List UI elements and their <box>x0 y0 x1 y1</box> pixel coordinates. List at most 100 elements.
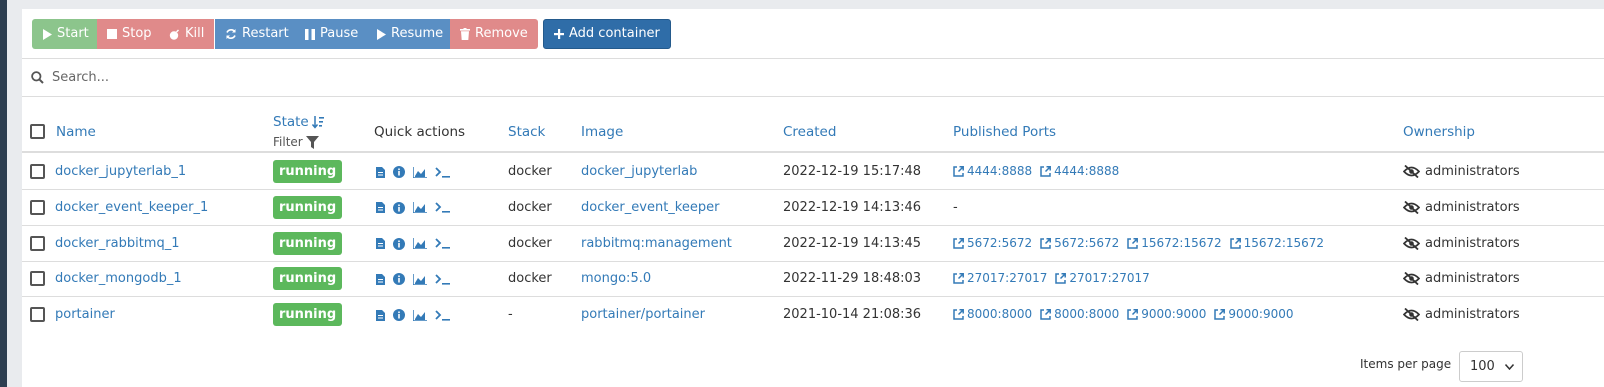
image-link[interactable]: rabbitmq:management <box>581 226 732 261</box>
external-link-icon <box>1214 309 1226 320</box>
stats-icon[interactable] <box>413 238 427 250</box>
logs-icon[interactable] <box>376 309 385 321</box>
logs-icon[interactable] <box>376 202 385 214</box>
published-port-link[interactable]: 15672:15672 <box>1127 226 1222 261</box>
image-link[interactable]: mongo:5.0 <box>581 261 651 296</box>
row-checkbox[interactable] <box>30 271 45 287</box>
published-port-link[interactable]: 5672:5672 <box>953 226 1032 261</box>
published-port-link[interactable]: 9000:9000 <box>1214 297 1294 332</box>
ownership: administrators <box>1403 226 1520 261</box>
image-link[interactable]: docker_jupyterlab <box>581 154 697 189</box>
play-icon <box>377 28 386 40</box>
published-ports: - <box>953 190 958 225</box>
status-badge: running <box>273 195 343 219</box>
console-icon[interactable] <box>435 310 451 321</box>
inspect-icon[interactable] <box>393 309 405 322</box>
column-published-ports[interactable]: Published Ports <box>953 124 1056 140</box>
published-ports: 27017:27017 27017:27017 <box>953 261 1158 296</box>
column-ownership[interactable]: Ownership <box>1403 124 1475 140</box>
stats-icon[interactable] <box>413 166 427 178</box>
column-created[interactable]: Created <box>783 124 836 140</box>
quick-actions <box>376 309 451 322</box>
external-link-icon <box>953 166 964 177</box>
external-link-icon <box>953 273 964 285</box>
ownership-label: administrators <box>1425 307 1520 323</box>
console-icon[interactable] <box>435 202 451 213</box>
port-mapping: 27017:27017 <box>967 271 1048 286</box>
search-input[interactable] <box>52 70 652 85</box>
inspect-icon[interactable] <box>393 273 405 286</box>
row-checkbox[interactable] <box>30 307 45 323</box>
resume-button[interactable]: Resume <box>366 19 454 49</box>
ownership: administrators <box>1403 297 1520 332</box>
restart-button[interactable]: Restart <box>215 19 299 49</box>
published-port-link[interactable]: 4444:8888 <box>953 154 1032 189</box>
stop-button[interactable]: Stop <box>97 19 162 49</box>
items-per-page-select[interactable]: 100 <box>1459 351 1523 382</box>
container-name-link[interactable]: docker_event_keeper_1 <box>55 190 208 225</box>
published-port-link[interactable]: 27017:27017 <box>1055 261 1150 296</box>
container-name-link[interactable]: portainer <box>55 297 115 332</box>
app-sidebar-edge <box>0 0 7 387</box>
external-link-icon <box>1127 237 1139 249</box>
stats-icon[interactable] <box>413 273 427 285</box>
stop-icon <box>107 29 117 39</box>
add-container-label: Add container <box>569 26 660 41</box>
inspect-icon[interactable] <box>393 201 405 214</box>
published-port-link[interactable]: 8000:8000 <box>953 297 1032 332</box>
items-per-page-value: 100 <box>1470 359 1495 374</box>
port-mapping: 5672:5672 <box>1054 235 1120 250</box>
search-bar <box>22 59 1604 97</box>
published-port-link[interactable]: 5672:5672 <box>1040 226 1119 261</box>
published-port-link[interactable]: 8000:8000 <box>1040 297 1119 332</box>
column-stack[interactable]: Stack <box>508 124 545 140</box>
status-badge: running <box>273 267 343 291</box>
sort-icon <box>311 115 324 129</box>
ownership-label: administrators <box>1425 271 1520 287</box>
external-link-icon <box>1040 309 1052 320</box>
pause-button[interactable]: Pause <box>295 19 369 49</box>
refresh-icon <box>226 29 236 39</box>
logs-icon[interactable] <box>376 238 385 250</box>
image-link[interactable]: docker_event_keeper <box>581 190 719 225</box>
start-button[interactable]: Start <box>32 19 99 49</box>
row-checkbox[interactable] <box>30 164 45 179</box>
published-port-link[interactable]: 15672:15672 <box>1229 226 1324 261</box>
container-name-link[interactable]: docker_mongodb_1 <box>55 261 182 296</box>
stats-icon[interactable] <box>413 309 427 321</box>
published-port-link[interactable]: 4444:8888 <box>1040 154 1119 189</box>
container-name-link[interactable]: docker_rabbitmq_1 <box>55 226 179 261</box>
stats-icon[interactable] <box>413 202 427 214</box>
inspect-icon[interactable] <box>393 166 405 178</box>
remove-button[interactable]: Remove <box>450 19 538 49</box>
chevron-down-icon <box>1505 363 1514 370</box>
row-checkbox[interactable] <box>30 235 45 251</box>
state-filter[interactable]: Filter <box>273 135 319 149</box>
inspect-icon[interactable] <box>393 237 405 250</box>
row-checkbox[interactable] <box>30 199 45 215</box>
console-icon[interactable] <box>435 274 451 285</box>
console-icon[interactable] <box>435 166 451 178</box>
container-name-link[interactable]: docker_jupyterlab_1 <box>55 154 186 189</box>
external-link-icon <box>953 237 964 249</box>
column-state[interactable]: State <box>273 114 325 130</box>
bomb-icon <box>169 28 180 40</box>
kill-button[interactable]: Kill <box>159 19 215 49</box>
published-port-link[interactable]: 9000:9000 <box>1127 297 1206 332</box>
created-timestamp: 2022-11-29 18:48:03 <box>783 271 922 287</box>
published-port-link[interactable]: 27017:27017 <box>953 261 1047 296</box>
action-toolbar: Start Stop Kill Restart Pause Resume Rem… <box>22 9 1604 59</box>
logs-icon[interactable] <box>376 273 385 285</box>
column-image[interactable]: Image <box>581 124 623 140</box>
eye-slash-icon <box>1403 165 1420 178</box>
external-link-icon <box>1229 237 1241 249</box>
table-row: docker_rabbitmq_1 running docker rabbitmq:m… <box>22 226 1604 262</box>
search-icon <box>31 71 44 84</box>
logs-icon[interactable] <box>376 166 385 178</box>
column-name[interactable]: Name <box>56 124 96 140</box>
image-link[interactable]: portainer/portainer <box>581 297 705 332</box>
status-badge: running <box>273 160 343 183</box>
select-all-checkbox[interactable] <box>30 124 45 139</box>
add-container-button[interactable]: Add container <box>543 19 671 49</box>
console-icon[interactable] <box>435 238 451 249</box>
